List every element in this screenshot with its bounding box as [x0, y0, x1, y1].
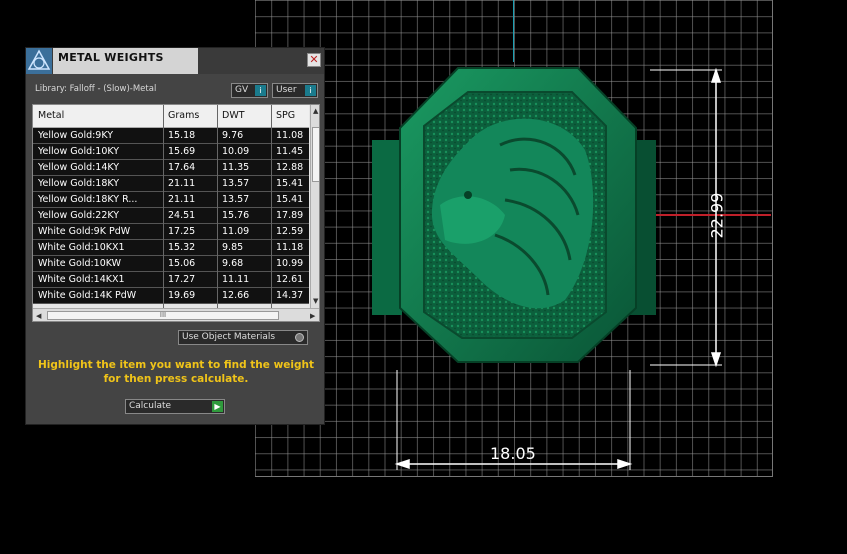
dimension-height-label: 22.99	[707, 192, 727, 239]
column-header-spg[interactable]: SPG	[276, 110, 309, 121]
cell-metal: White Gold:14KX1	[38, 274, 125, 285]
cell-spg: 17.89	[276, 210, 304, 221]
panel-title: METAL WEIGHTS	[58, 51, 164, 64]
column-header-metal[interactable]: Metal	[38, 110, 162, 121]
cell-grams: 24.51	[168, 210, 196, 221]
column-divider	[217, 105, 218, 321]
table-row[interactable]: White Gold:9K PdW 17.25 11.09 12.59	[33, 224, 309, 240]
app-logo-icon	[26, 48, 52, 74]
scroll-up-icon[interactable]: ▲	[313, 107, 318, 115]
table-row[interactable]: White Gold:14KX1 17.27 11.11 12.61	[33, 272, 309, 288]
horizontal-scrollbar[interactable]: ◀ III ▶	[33, 308, 319, 321]
cell-grams: 15.69	[168, 146, 196, 157]
horizontal-scroll-thumb[interactable]: III	[47, 311, 279, 320]
cell-metal: White Gold:10KW	[38, 258, 122, 269]
cell-dwt: 13.57	[222, 194, 250, 205]
cell-dwt: 11.09	[222, 226, 250, 237]
cell-dwt: 10.09	[222, 146, 250, 157]
cell-spg: 12.61	[276, 274, 304, 285]
info-icon: i	[255, 85, 266, 96]
cell-metal: White Gold:10KX1	[38, 242, 125, 253]
cell-grams: 21.11	[168, 194, 196, 205]
cell-metal: Yellow Gold:18KY	[38, 178, 120, 189]
cell-spg: 12.59	[276, 226, 304, 237]
calculate-button[interactable]: Calculate ▶	[125, 399, 225, 414]
cell-spg: 11.08	[276, 130, 304, 141]
metal-table: Metal Grams DWT SPG Yellow Gold:9KY 15.18…	[32, 104, 320, 322]
cell-metal: Yellow Gold:10KY	[38, 146, 120, 157]
metal-weights-panel: METAL WEIGHTS ✕ Library: Falloff - (Slow…	[25, 47, 325, 425]
cell-dwt: 11.11	[222, 274, 250, 285]
scroll-left-icon[interactable]: ◀	[36, 312, 41, 320]
column-header-grams[interactable]: Grams	[168, 110, 212, 121]
cell-spg: 14.37	[276, 290, 304, 301]
panel-header[interactable]: METAL WEIGHTS ✕	[26, 48, 324, 74]
info-icon: i	[305, 85, 316, 96]
scroll-down-icon[interactable]: ▼	[313, 297, 318, 305]
cell-metal: Yellow Gold:14KY	[38, 162, 120, 173]
table-row[interactable]: White Gold:14K PdW 19.69 12.66 14.37	[33, 288, 309, 304]
table-body: Yellow Gold:9KY 15.18 9.76 11.08 Yellow Gold…	[33, 128, 309, 304]
cell-spg: 15.41	[276, 178, 304, 189]
cell-metal: White Gold:9K PdW	[38, 226, 131, 237]
scroll-right-icon[interactable]: ▶	[310, 312, 315, 320]
vertical-scroll-thumb[interactable]	[312, 127, 319, 182]
cell-grams: 15.32	[168, 242, 196, 253]
cell-dwt: 11.35	[222, 162, 250, 173]
cell-dwt: 12.66	[222, 290, 250, 301]
cell-dwt: 9.76	[222, 130, 244, 141]
cell-dwt: 13.57	[222, 178, 250, 189]
user-toggle[interactable]: User i	[272, 83, 318, 98]
play-icon: ▶	[212, 401, 223, 412]
cell-spg: 11.45	[276, 146, 304, 157]
column-header-dwt[interactable]: DWT	[222, 110, 266, 121]
ring-shank-left	[372, 140, 402, 315]
gv-toggle[interactable]: GV i	[231, 83, 268, 98]
radio-icon[interactable]	[295, 333, 304, 342]
user-toggle-label: User	[276, 85, 297, 95]
cell-grams: 19.69	[168, 290, 196, 301]
cell-grams: 17.25	[168, 226, 196, 237]
table-row[interactable]: White Gold:10KW 15.06 9.68 10.99	[33, 256, 309, 272]
calculate-label: Calculate	[129, 401, 172, 411]
cell-metal: Yellow Gold:22KY	[38, 210, 120, 221]
column-divider	[271, 105, 272, 321]
gv-toggle-label: GV	[235, 85, 249, 95]
table-row[interactable]: Yellow Gold:18KY 21.11 13.57 15.41	[33, 176, 309, 192]
cell-spg: 10.99	[276, 258, 304, 269]
cell-dwt: 9.68	[222, 258, 244, 269]
cell-spg: 11.18	[276, 242, 304, 253]
cell-grams: 15.18	[168, 130, 196, 141]
dimension-width-label: 18.05	[490, 444, 536, 463]
close-icon[interactable]: ✕	[307, 53, 321, 67]
cell-dwt: 9.85	[222, 242, 244, 253]
table-row[interactable]: Yellow Gold:10KY 15.69 10.09 11.45	[33, 144, 309, 160]
table-row[interactable]: Yellow Gold:14KY 17.64 11.35 12.88	[33, 160, 309, 176]
instructions-text: Highlight the item you want to find the …	[38, 359, 314, 385]
use-object-materials-option[interactable]: Use Object Materials	[178, 330, 308, 345]
table-row[interactable]: Yellow Gold:22KY 24.51 15.76 17.89	[33, 208, 309, 224]
cell-metal: Yellow Gold:9KY	[38, 130, 114, 141]
cell-metal: Yellow Gold:18KY R...	[38, 194, 138, 205]
cell-metal: White Gold:14K PdW	[38, 290, 137, 301]
cell-dwt: 15.76	[222, 210, 250, 221]
cell-grams: 17.64	[168, 162, 196, 173]
cell-grams: 17.27	[168, 274, 196, 285]
table-row[interactable]: White Gold:10KX1 15.32 9.85 11.18	[33, 240, 309, 256]
cell-spg: 15.41	[276, 194, 304, 205]
table-header: Metal Grams DWT SPG	[33, 105, 309, 128]
cell-grams: 21.11	[168, 178, 196, 189]
cell-spg: 12.88	[276, 162, 304, 173]
column-divider	[163, 105, 164, 321]
table-row[interactable]: Yellow Gold:18KY R... 21.11 13.57 15.41	[33, 192, 309, 208]
cell-grams: 15.06	[168, 258, 196, 269]
table-row[interactable]: Yellow Gold:9KY 15.18 9.76 11.08	[33, 128, 309, 144]
use-object-materials-label: Use Object Materials	[182, 332, 276, 342]
library-label: Library: Falloff - (Slow)-Metal	[35, 84, 157, 94]
vertical-scrollbar[interactable]: ▲ ▼	[310, 105, 319, 308]
panel-title-tab: METAL WEIGHTS	[53, 48, 198, 74]
